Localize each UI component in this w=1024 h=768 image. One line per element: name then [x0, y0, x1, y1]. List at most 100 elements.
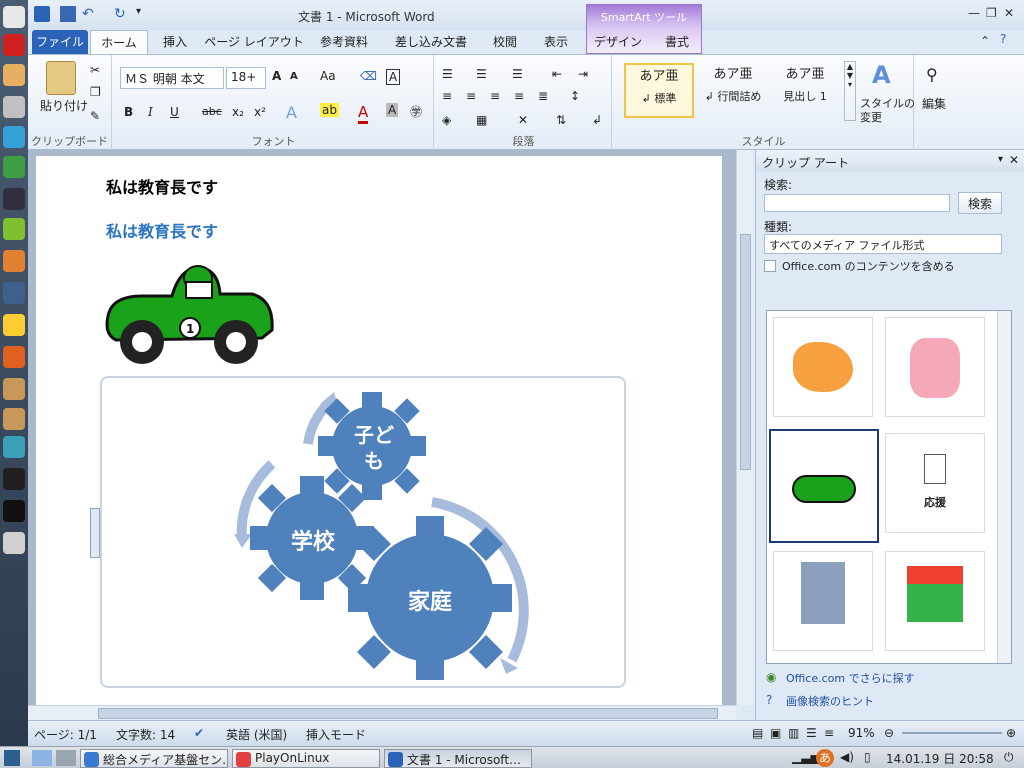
undo-icon[interactable]: ↶ — [82, 6, 98, 22]
view-print-icon[interactable]: ▤ — [752, 726, 763, 740]
desktop-icon[interactable] — [32, 750, 52, 766]
box-icon[interactable] — [3, 378, 25, 400]
superscript-button[interactable]: x² — [254, 105, 266, 119]
office-more-link[interactable]: Office.com でさらに探す — [786, 670, 915, 686]
gear-label-home[interactable]: 家庭 — [390, 584, 470, 616]
trash-icon[interactable] — [3, 532, 25, 554]
editing-label[interactable]: 編集 — [922, 95, 946, 112]
show-marks-icon[interactable]: ↲ — [592, 113, 602, 127]
taskbar-item-playonlinux[interactable]: PlayOnLinux — [232, 749, 380, 768]
styles-scroll[interactable]: ▲ ▼ ▾ — [844, 61, 856, 121]
language[interactable]: 英語 (米国) — [226, 726, 287, 743]
change-styles-icon[interactable]: A — [872, 61, 891, 89]
clip-shuttle[interactable] — [773, 551, 873, 651]
network-icon[interactable] — [3, 126, 25, 148]
search-button[interactable]: 検索 — [958, 192, 1002, 214]
tab-view[interactable]: 表示 — [534, 30, 578, 54]
zoom-slider[interactable] — [902, 732, 1002, 734]
char-shading-icon[interactable]: A — [386, 103, 399, 117]
insert-mode[interactable]: 挿入モード — [306, 726, 366, 743]
document-page[interactable]: 私は教育長です 私は教育長です 1 子ど も 学校 家庭 — [36, 156, 722, 705]
zoom-out-button[interactable]: ⊖ — [884, 726, 894, 740]
media-icon[interactable] — [3, 188, 25, 210]
enclose-char-icon[interactable]: ㊫ — [410, 103, 422, 120]
zoom-level[interactable]: 91% — [848, 726, 875, 740]
grow-font-button[interactable]: A — [272, 69, 281, 83]
numbering-icon[interactable]: ☰ — [476, 67, 487, 81]
subscript-button[interactable]: x₂ — [232, 105, 244, 119]
save-icon[interactable] — [60, 6, 76, 22]
view-outline-icon[interactable]: ☰ — [806, 726, 817, 740]
distributed-icon[interactable]: ≣ — [538, 89, 548, 103]
ribbon-collapse-icon[interactable]: ⌃ — [980, 34, 990, 48]
volume-icon[interactable]: ◀) — [840, 750, 854, 764]
workspace-icon[interactable] — [56, 750, 76, 766]
font-size-select[interactable]: 18+ — [226, 67, 266, 89]
gear-label-school[interactable]: 学校 — [278, 524, 348, 556]
download-icon[interactable] — [3, 436, 25, 458]
minimize-button[interactable]: — — [968, 6, 980, 20]
media-type-select[interactable]: すべてのメディア ファイル形式 — [764, 234, 1002, 254]
tab-insert[interactable]: 挿入 — [152, 30, 198, 54]
ime-icon[interactable]: あ — [816, 749, 834, 767]
shading-icon[interactable]: ◈ — [442, 113, 451, 127]
bold-button[interactable]: B — [124, 105, 133, 119]
align-right-icon[interactable]: ≡ — [490, 89, 500, 103]
paste-icon[interactable] — [46, 61, 76, 95]
tab-references[interactable]: 参考資料 — [310, 30, 378, 54]
close-button[interactable]: ✕ — [1004, 6, 1014, 20]
underline-button[interactable]: U — [170, 105, 179, 119]
menu-icon[interactable] — [3, 6, 25, 28]
customize-qa-icon[interactable]: ▾ — [136, 6, 152, 22]
tab-format[interactable]: 書式 — [654, 30, 700, 54]
terminal-green-icon[interactable] — [3, 156, 25, 178]
clip-kite[interactable] — [885, 317, 985, 417]
tab-design[interactable]: デザイン — [590, 30, 646, 54]
notes-icon[interactable] — [3, 64, 25, 86]
text-pane-toggle[interactable] — [90, 508, 100, 558]
shrink-font-button[interactable]: A — [290, 71, 298, 82]
restore-button[interactable]: ❐ — [986, 6, 997, 20]
clip-race-car[interactable] — [769, 429, 879, 543]
tab-page-layout[interactable]: ページ レイアウト — [204, 30, 304, 54]
line-spacing-icon[interactable]: ↕ — [570, 89, 580, 103]
clip-scrollbar[interactable] — [997, 311, 1011, 663]
package-icon[interactable] — [3, 408, 25, 430]
format-painter-icon[interactable]: ✎ — [90, 109, 100, 123]
zoom-in-button[interactable]: ⊕ — [1006, 726, 1016, 740]
clock[interactable]: 14.01.19 日 20:58 — [886, 750, 994, 767]
strikethrough-button[interactable]: abc — [202, 105, 222, 118]
style-heading1[interactable]: あア亜 見出し 1 — [770, 63, 840, 118]
help-icon[interactable]: ? — [1000, 32, 1006, 46]
bug-icon[interactable] — [3, 218, 25, 240]
opera-icon[interactable] — [3, 34, 25, 56]
rss-icon[interactable] — [3, 346, 25, 368]
word-count[interactable]: 文字数: 14 — [116, 726, 175, 743]
battery-icon[interactable]: ▯ — [864, 750, 871, 764]
align-center-icon[interactable]: ≡ — [466, 89, 476, 103]
clip-ouen[interactable]: 応援 — [885, 433, 985, 533]
monitor-icon[interactable] — [3, 468, 25, 490]
decrease-indent-icon[interactable]: ⇤ — [552, 67, 562, 81]
view-draft-icon[interactable]: ≡ — [824, 726, 834, 740]
font-name-select[interactable]: ＭＳ 明朝 本文 — [120, 67, 224, 89]
style-standard[interactable]: あア亜 ↲ 標準 — [624, 63, 694, 118]
justify-icon[interactable]: ≡ — [514, 89, 524, 103]
font-color-icon[interactable]: A — [358, 103, 369, 124]
clip-mask[interactable] — [885, 551, 985, 651]
hscroll-thumb[interactable] — [98, 708, 718, 719]
asian-layout-icon[interactable]: ✕ — [518, 113, 528, 127]
italic-button[interactable]: I — [148, 105, 153, 119]
change-styles-label[interactable]: スタイルの 変更 — [860, 97, 915, 125]
text-effects-icon[interactable]: A — [286, 103, 297, 122]
paint-icon[interactable] — [3, 250, 25, 272]
clip-cornucopia[interactable] — [773, 317, 873, 417]
cut-icon[interactable]: ✂ — [90, 63, 100, 77]
star-icon[interactable] — [3, 314, 25, 336]
highlight-icon[interactable]: ab — [320, 103, 339, 117]
char-border-icon[interactable]: A — [386, 69, 401, 85]
gear-label-child[interactable]: 子ど も — [344, 422, 404, 474]
taskbar-item-browser[interactable]: 総合メディア基盤セン… — [80, 749, 228, 768]
align-left-icon[interactable]: ≡ — [442, 89, 452, 103]
tab-review[interactable]: 校閲 — [484, 30, 526, 54]
